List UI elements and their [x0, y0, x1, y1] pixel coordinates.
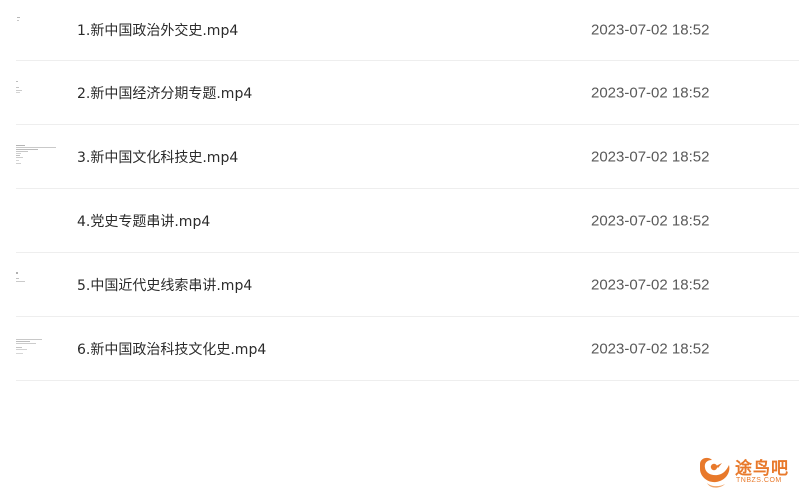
file-list: 1.新中国政治外交史.mp4 2023-07-02 18:52 2.新中国经济分…: [16, 0, 799, 381]
file-date: 2023-07-02 18:52: [591, 212, 710, 229]
file-date: 2023-07-02 18:52: [591, 340, 710, 357]
file-date: 2023-07-02 18:52: [591, 84, 710, 101]
video-thumbnail[interactable]: [16, 206, 60, 236]
file-name[interactable]: 2.新中国经济分期专题.mp4: [77, 83, 252, 103]
file-row[interactable]: 3.新中国文化科技史.mp4 2023-07-02 18:52: [16, 125, 799, 189]
file-name[interactable]: 3.新中国文化科技史.mp4: [77, 147, 238, 167]
bird-logo-icon: [700, 457, 730, 488]
video-thumbnail[interactable]: [16, 142, 60, 172]
video-thumbnail[interactable]: [16, 15, 60, 45]
file-name[interactable]: 4.党史专题串讲.mp4: [77, 211, 210, 231]
video-thumbnail[interactable]: [16, 270, 60, 300]
file-date: 2023-07-02 18:52: [591, 148, 710, 165]
watermark: 途鸟吧 TNBZS.COM: [694, 452, 792, 490]
file-row[interactable]: 1.新中国政治外交史.mp4 2023-07-02 18:52: [16, 0, 799, 61]
file-name[interactable]: 1.新中国政治外交史.mp4: [77, 20, 238, 40]
file-row[interactable]: 2.新中国经济分期专题.mp4 2023-07-02 18:52: [16, 61, 799, 125]
file-name[interactable]: 6.新中国政治科技文化史.mp4: [77, 339, 266, 359]
file-date: 2023-07-02 18:52: [591, 276, 710, 293]
file-date: 2023-07-02 18:52: [591, 21, 710, 39]
file-row[interactable]: 5.中国近代史线索串讲.mp4 2023-07-02 18:52: [16, 253, 799, 317]
video-thumbnail[interactable]: [16, 78, 60, 108]
file-row[interactable]: 6.新中国政治科技文化史.mp4 2023-07-02 18:52: [16, 317, 799, 381]
watermark-text: 途鸟吧: [735, 459, 789, 479]
video-thumbnail[interactable]: [16, 334, 60, 364]
file-row[interactable]: 4.党史专题串讲.mp4 2023-07-02 18:52: [16, 189, 799, 253]
watermark-subtext: TNBZS.COM: [736, 477, 782, 484]
file-name[interactable]: 5.中国近代史线索串讲.mp4: [77, 275, 252, 295]
